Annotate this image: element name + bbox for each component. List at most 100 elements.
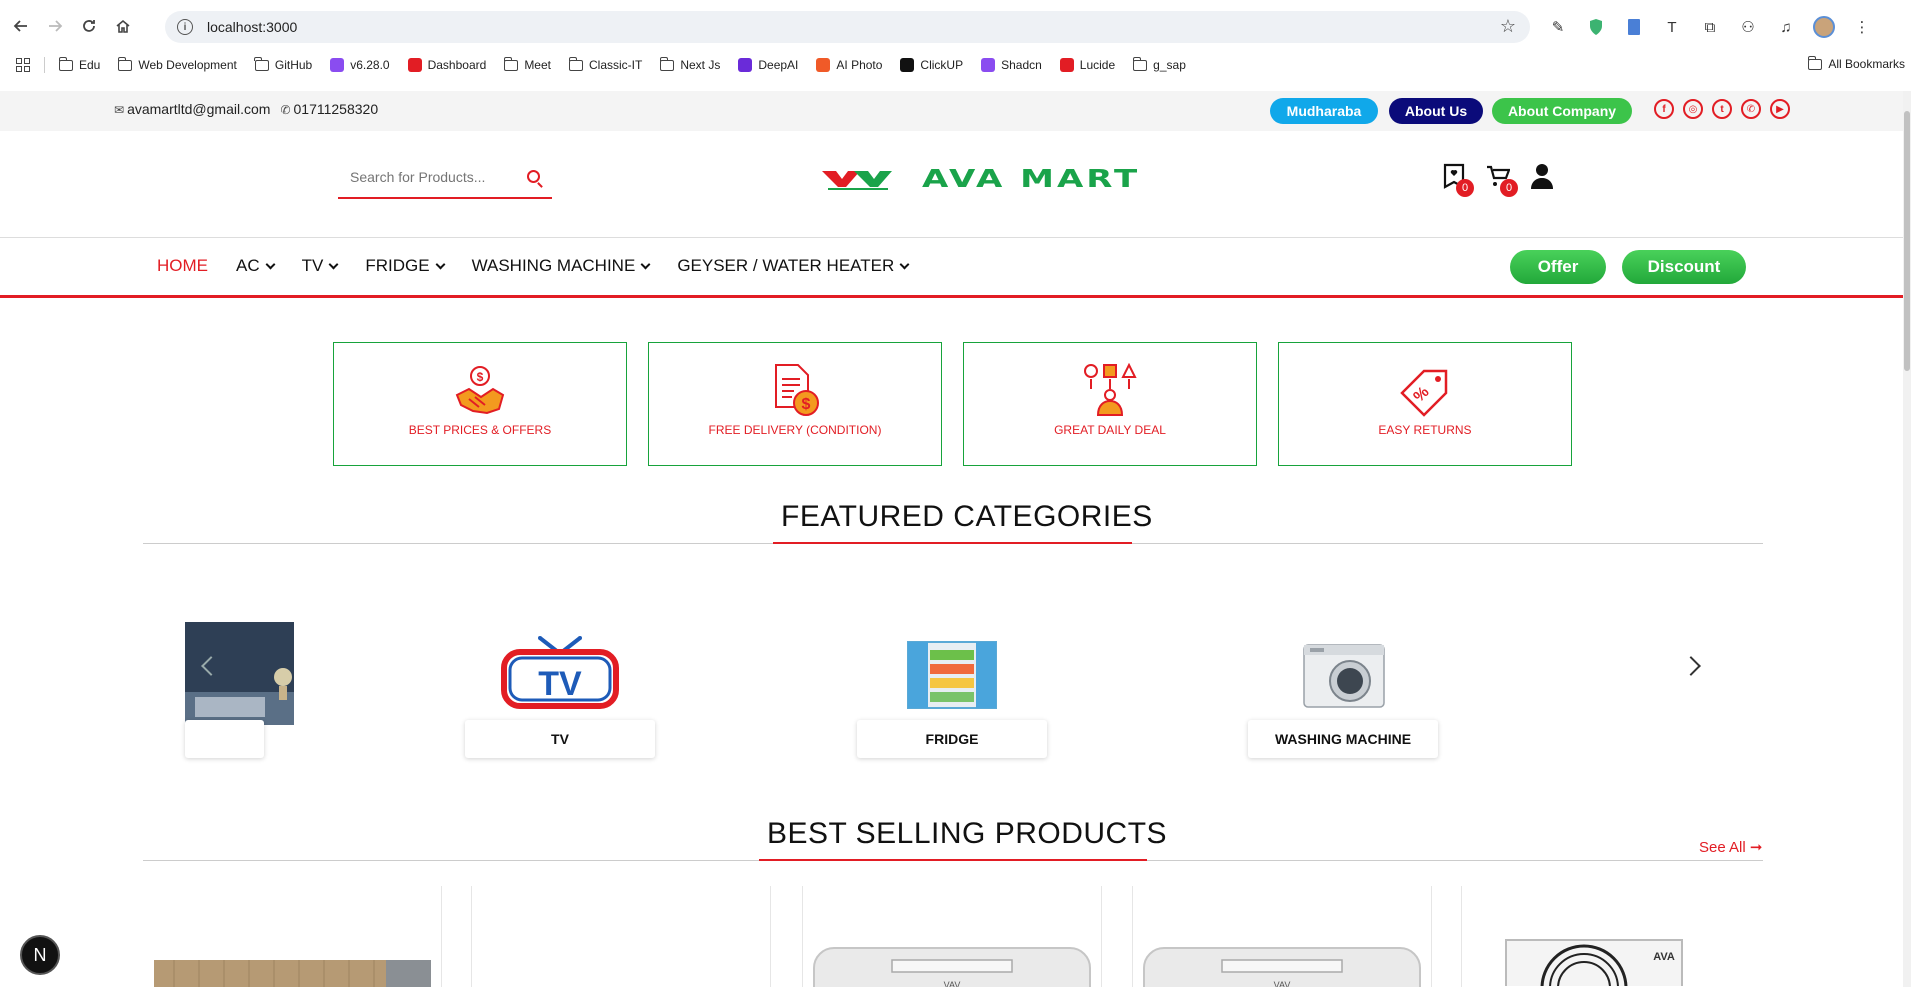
bookmark-item[interactable]: DeepAI: [738, 58, 798, 72]
site-logo[interactable]: AVA MART: [820, 159, 1140, 199]
bookmark-item[interactable]: g_sap: [1132, 56, 1186, 72]
search-icon[interactable]: [527, 170, 540, 183]
address-bar[interactable]: i localhost:3000 ☆: [165, 11, 1530, 43]
text-extension-icon[interactable]: T: [1659, 14, 1685, 40]
all-bookmarks[interactable]: All Bookmarks: [1807, 55, 1905, 71]
bookmark-item[interactable]: Edu: [58, 56, 100, 72]
bookmark-item[interactable]: Classic-IT: [568, 56, 642, 72]
product-card[interactable]: VAV: [1132, 886, 1432, 987]
mudharaba-button[interactable]: Mudharaba: [1270, 98, 1378, 124]
phone-contact[interactable]: ✆ 01711258320: [280, 101, 378, 117]
offer-button[interactable]: Offer: [1510, 250, 1606, 284]
site-topbar: ✉ avamartltd@gmail.com ✆ 01711258320 Mudha…: [0, 91, 1911, 131]
category-card-label[interactable]: [185, 720, 264, 758]
ac-bedroom-image: [185, 622, 294, 725]
nav-item-ac[interactable]: AC: [236, 256, 276, 276]
arrow-right-icon: ➞: [1749, 839, 1763, 856]
bookmark-label: v6.28.0: [350, 58, 390, 72]
bookmark-item[interactable]: GitHub: [254, 56, 312, 72]
bookmark-item[interactable]: AI Photo: [816, 58, 882, 72]
bookmark-star-icon[interactable]: ☆: [1500, 16, 1516, 37]
cart-button[interactable]: 0: [1486, 163, 1518, 197]
bookmark-item[interactable]: Shadcn: [981, 58, 1042, 72]
see-all-link[interactable]: See All ➞: [1699, 838, 1762, 856]
reload-button[interactable]: [76, 13, 102, 39]
profile-avatar[interactable]: [1811, 14, 1837, 40]
email-contact[interactable]: ✉ avamartltd@gmail.com: [114, 101, 270, 117]
instagram-icon[interactable]: ◎: [1683, 99, 1703, 119]
best-selling-title: BEST SELLING PRODUCTS: [767, 817, 1168, 850]
nav-item-fridge[interactable]: FRIDGE: [365, 256, 446, 276]
home-button[interactable]: [110, 13, 136, 39]
main-navigation: HOME AC TV FRIDGE WASHING MACHINE GEYSER / WA…: [0, 238, 1911, 298]
feature-best-prices: $ BEST PRICES & OFFERS: [333, 342, 627, 466]
browser-toolbar: i localhost:3000 ☆ ✎ T ⧉ ⚇ ♫ ⋮: [0, 0, 1911, 52]
product-card[interactable]: [471, 886, 771, 987]
more-menu-icon[interactable]: ⋮: [1849, 14, 1875, 40]
site-icon: [900, 58, 915, 72]
user-icon: [1531, 164, 1553, 189]
wishlist-button[interactable]: 0: [1442, 163, 1474, 197]
category-menu: HOME AC TV FRIDGE WASHING MACHINE GEYSER / WA…: [157, 256, 936, 276]
nav-item-label: GEYSER / WATER HEATER: [677, 256, 895, 275]
see-all-label: See All: [1699, 839, 1746, 856]
search-input[interactable]: [338, 159, 513, 195]
bookmark-label: AI Photo: [836, 58, 883, 72]
bookmark-label: Meet: [524, 58, 551, 72]
bookmark-item[interactable]: Next Js: [659, 56, 720, 72]
discount-button[interactable]: Discount: [1622, 250, 1746, 284]
url-text[interactable]: localhost:3000: [207, 19, 297, 35]
product-card[interactable]: VAV: [802, 886, 1102, 987]
category-card-label[interactable]: TV: [465, 720, 655, 758]
handshake-dollar-icon: $: [455, 366, 505, 415]
back-button[interactable]: [8, 13, 34, 39]
document-extension-icon[interactable]: [1621, 14, 1647, 40]
forward-button[interactable]: [42, 13, 68, 39]
incognito-icon[interactable]: ⚇: [1735, 14, 1761, 40]
apps-grid-icon[interactable]: [16, 58, 30, 72]
home-icon: [116, 19, 130, 33]
nav-item-washing-machine[interactable]: WASHING MACHINE: [472, 256, 651, 276]
category-card-label[interactable]: WASHING MACHINE: [1248, 720, 1438, 758]
category-card-tv[interactable]: TV: [500, 636, 620, 710]
account-button[interactable]: [1530, 163, 1554, 189]
media-controls-icon[interactable]: ♫: [1773, 14, 1799, 40]
scrollbar-thumb[interactable]: [1904, 111, 1910, 371]
product-image: [154, 960, 431, 987]
shield-extension-icon[interactable]: [1583, 14, 1609, 40]
youtube-icon[interactable]: ▶: [1770, 99, 1790, 119]
bookmark-item[interactable]: Dashboard: [407, 58, 486, 72]
page-scrollbar[interactable]: [1903, 91, 1911, 987]
product-card[interactable]: AVA: [1461, 886, 1761, 987]
carousel-next-arrow-icon[interactable]: [1681, 656, 1701, 676]
wishlist-count-badge: 0: [1456, 179, 1474, 197]
eyedropper-extension-icon[interactable]: ✎: [1545, 14, 1571, 40]
bookmark-item[interactable]: Web Development: [117, 56, 237, 72]
nav-item-geyser-water-heater[interactable]: GEYSER / WATER HEATER: [677, 256, 910, 276]
product-card[interactable]: [142, 886, 442, 987]
about-company-button[interactable]: About Company: [1492, 98, 1632, 124]
tv-logo-image: TV: [501, 636, 619, 709]
whatsapp-icon[interactable]: ✆: [1741, 99, 1761, 119]
nextjs-dev-indicator-button[interactable]: N: [20, 935, 60, 975]
twitter-icon[interactable]: t: [1712, 99, 1732, 119]
contact-info: ✉ avamartltd@gmail.com ✆ 01711258320: [114, 101, 378, 117]
bookmark-item[interactable]: Meet: [503, 56, 551, 72]
nav-item-tv[interactable]: TV: [302, 256, 339, 276]
puzzle-extensions-icon[interactable]: ⧉: [1697, 14, 1723, 40]
bookmark-item[interactable]: v6.28.0: [330, 58, 390, 72]
about-us-button[interactable]: About Us: [1389, 98, 1483, 124]
facebook-icon[interactable]: f: [1654, 99, 1674, 119]
feature-label: EASY RETURNS: [1378, 423, 1472, 437]
category-card-washing-machine[interactable]: [1300, 643, 1388, 709]
nextjs-logo-icon: N: [33, 944, 47, 965]
bookmark-item[interactable]: Lucide: [1059, 58, 1115, 72]
category-card-ac[interactable]: [185, 622, 294, 725]
site-info-icon[interactable]: i: [177, 19, 193, 35]
category-card-fridge[interactable]: [906, 640, 998, 710]
svg-text:TV: TV: [538, 665, 582, 703]
category-card-label[interactable]: FRIDGE: [857, 720, 1047, 758]
svg-text:AVA: AVA: [1653, 951, 1675, 963]
nav-item-home[interactable]: HOME: [157, 256, 208, 276]
bookmark-item[interactable]: ClickUP: [900, 58, 963, 72]
